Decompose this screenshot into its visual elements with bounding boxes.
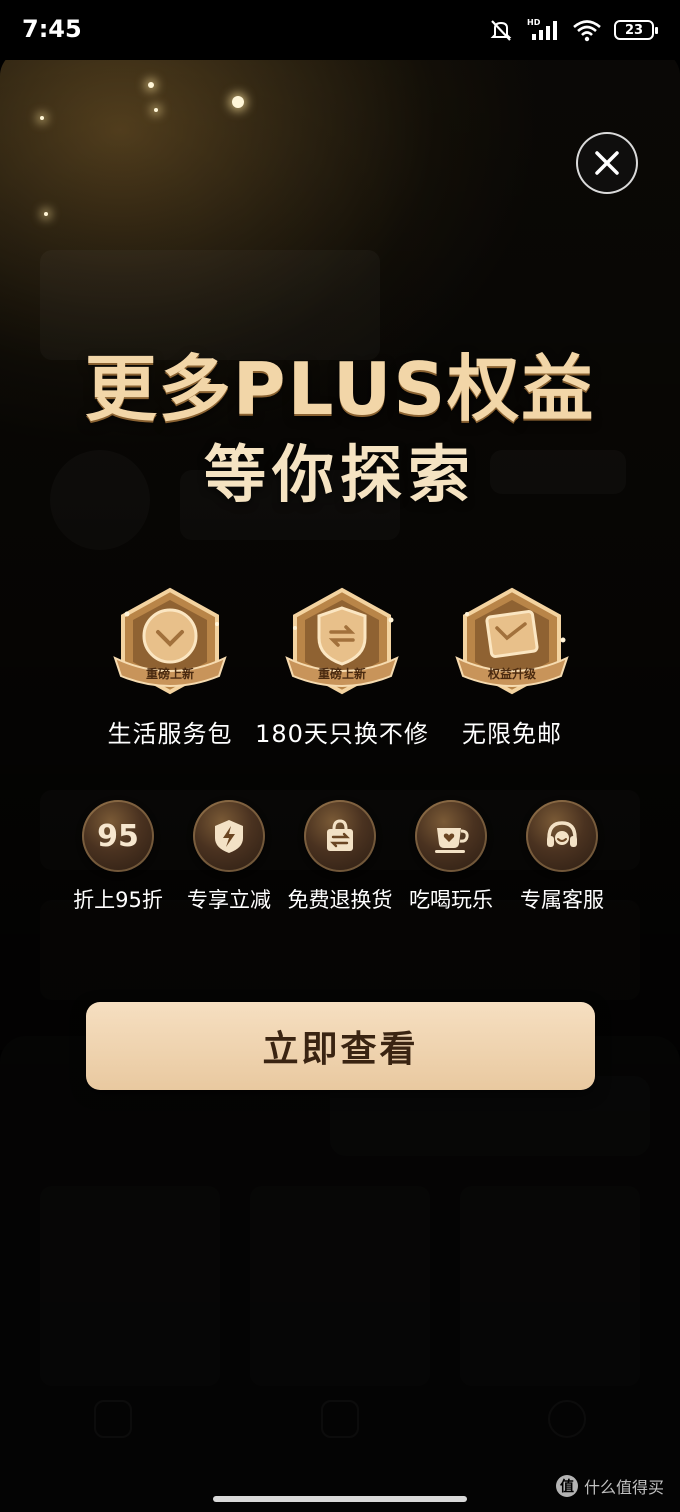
perk-customer-service[interactable]: 专属客服 bbox=[506, 800, 618, 914]
modal-subtitle: 等你探索 bbox=[203, 438, 476, 511]
view-now-button[interactable]: 立即查看 bbox=[86, 1002, 595, 1090]
modal-title: 更多PLUS权益 bbox=[84, 347, 596, 431]
battery-icon: 23 bbox=[614, 20, 658, 40]
featured-benefit-free-shipping[interactable]: 权益升级 无限免邮 bbox=[412, 584, 612, 749]
featured-benefit-life-service[interactable]: 重磅上新 生活服务包 bbox=[70, 584, 270, 749]
battery-level: 23 bbox=[624, 22, 644, 38]
coffee-cup-icon bbox=[415, 800, 487, 872]
perk-exclusive-reduction[interactable]: 专享立减 bbox=[173, 800, 285, 914]
status-icons: HD 23 bbox=[488, 16, 658, 44]
featured-label: 生活服务包 bbox=[107, 720, 233, 748]
perk-badge-text: 95 bbox=[97, 818, 139, 854]
signal-icon: HD bbox=[527, 18, 557, 40]
sparkle-decoration bbox=[44, 212, 48, 216]
badge-ribbon-text: 重磅上新 bbox=[146, 666, 194, 681]
featured-label: 无限免邮 bbox=[462, 720, 562, 748]
shopping-bag-icon bbox=[304, 800, 376, 872]
status-bar: 7:45 HD 23 bbox=[0, 0, 680, 60]
perk-label: 免费退换货 bbox=[287, 888, 393, 912]
coin-icon: 重磅上新 bbox=[113, 587, 227, 695]
discount-95-icon: 95 bbox=[82, 800, 154, 872]
modal-overlay bbox=[0, 50, 680, 1512]
sparkle-decoration bbox=[154, 108, 158, 112]
mute-bell-icon bbox=[490, 20, 512, 41]
package-icon: 权益升级 bbox=[455, 587, 569, 695]
wifi-icon bbox=[573, 20, 601, 42]
perk-discount-95[interactable]: 95 折上95折 bbox=[62, 800, 174, 914]
home-indicator[interactable] bbox=[213, 1496, 467, 1502]
sparkle-decoration bbox=[40, 116, 44, 120]
close-icon bbox=[595, 151, 619, 175]
close-button[interactable] bbox=[576, 132, 638, 194]
sparkle-decoration bbox=[232, 96, 244, 108]
status-time: 7:45 bbox=[22, 15, 82, 43]
lightning-shield-icon bbox=[193, 800, 265, 872]
perk-label: 专享立减 bbox=[187, 888, 271, 912]
sparkle-decoration bbox=[148, 82, 154, 88]
watermark: 值 什么值得买 bbox=[555, 1474, 664, 1498]
perk-label: 吃喝玩乐 bbox=[409, 888, 493, 912]
watermark-logo-icon: 值 bbox=[555, 1475, 578, 1497]
perk-free-returns[interactable]: 免费退换货 bbox=[284, 800, 396, 914]
screen: 7:45 HD 23 更多PLUS权益 等你探索 重磅上新 生活服务包 重磅上新… bbox=[0, 0, 680, 1512]
view-now-button-label: 立即查看 bbox=[262, 1029, 419, 1070]
badge-ribbon-text: 权益升级 bbox=[487, 666, 536, 681]
perk-food-fun[interactable]: 吃喝玩乐 bbox=[395, 800, 507, 914]
headset-icon bbox=[526, 800, 598, 872]
badge-ribbon-text: 重磅上新 bbox=[318, 666, 366, 681]
shield-icon: 重磅上新 bbox=[285, 587, 399, 695]
network-type: HD bbox=[527, 18, 541, 27]
perk-label: 专属客服 bbox=[520, 888, 604, 912]
perk-label: 折上95折 bbox=[73, 888, 163, 912]
watermark-text: 什么值得买 bbox=[583, 1478, 664, 1497]
